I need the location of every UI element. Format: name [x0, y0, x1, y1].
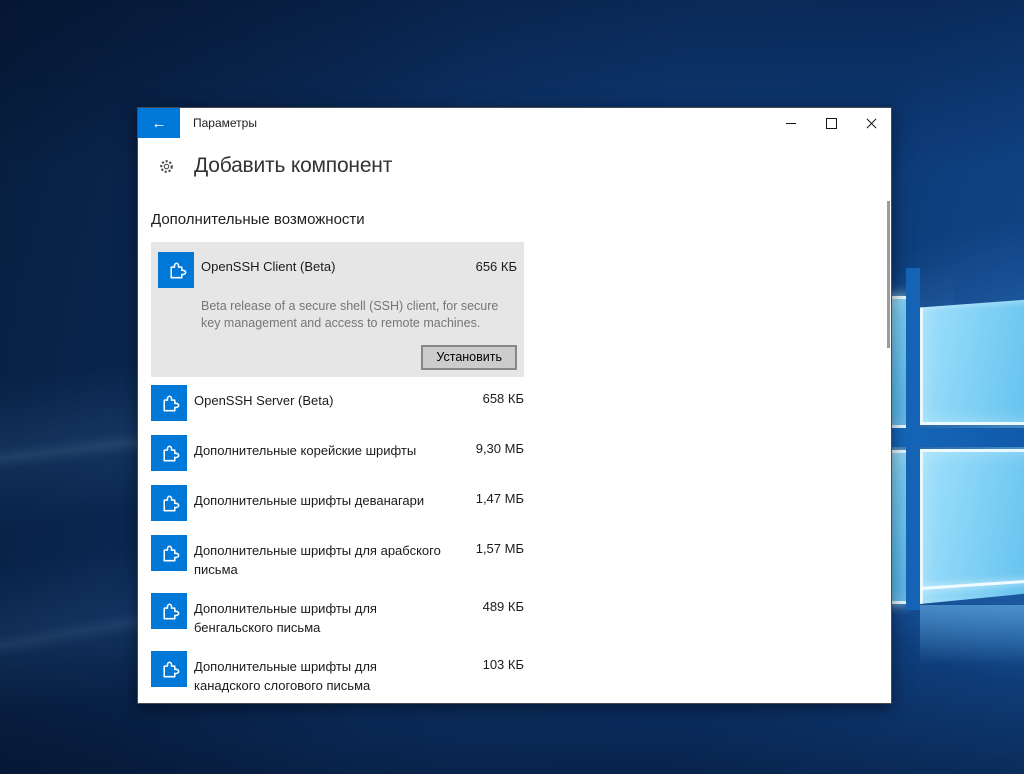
back-icon: ← [152, 115, 167, 132]
feature-list: OpenSSH Server (Beta) 658 КБ Дополнитель… [151, 385, 524, 709]
feature-name: OpenSSH Client (Beta) [201, 252, 476, 274]
feature-size: 1,47 МБ [476, 485, 524, 506]
section-title: Дополнительные возможности [151, 211, 365, 228]
feature-item[interactable]: Дополнительные шрифты для бенгальского п… [151, 593, 524, 637]
logo-crossbar [880, 428, 1024, 447]
feature-name: Дополнительные шрифты для бенгальского п… [194, 593, 452, 637]
scrollbar-thumb[interactable] [887, 201, 890, 348]
window-controls [771, 108, 891, 138]
puzzle-icon [151, 593, 187, 629]
close-button[interactable] [851, 108, 891, 138]
page-title: Добавить компонент [194, 154, 392, 178]
maximize-button[interactable] [811, 108, 851, 138]
feature-actions: Установить [158, 345, 517, 370]
feature-name: Дополнительные шрифты для арабского пись… [194, 535, 452, 579]
feature-size: 658 КБ [483, 385, 524, 406]
titlebar: ← Параметры [138, 108, 891, 138]
logo-fade [920, 605, 1024, 665]
logo-pane [920, 449, 1024, 604]
feature-item[interactable]: Дополнительные шрифты для канадского сло… [151, 651, 524, 695]
feature-size: 489 КБ [483, 593, 524, 614]
settings-window: ← Параметры Добавить компонент Дополните… [137, 107, 892, 704]
feature-item[interactable]: Дополнительные корейские шрифты 9,30 МБ [151, 435, 524, 471]
feature-description: Beta release of a secure shell (SSH) cli… [201, 298, 503, 332]
feature-size: 103 КБ [483, 651, 524, 672]
page-header: Добавить компонент [158, 154, 392, 178]
puzzle-icon [151, 485, 187, 521]
feature-item[interactable]: Дополнительные шрифты деванагари 1,47 МБ [151, 485, 524, 521]
back-button[interactable]: ← [138, 108, 180, 138]
window-title: Параметры [193, 116, 257, 130]
close-icon [866, 118, 877, 129]
feature-item[interactable]: Дополнительные шрифты для арабского пись… [151, 535, 524, 579]
feature-name: Дополнительные корейские шрифты [194, 435, 452, 460]
feature-size: 656 КБ [476, 252, 517, 274]
feature-name: Дополнительные шрифты для канадского сло… [194, 651, 452, 695]
puzzle-icon [158, 252, 194, 288]
minimize-icon [786, 123, 796, 124]
logo-pane-edge [920, 571, 1024, 590]
puzzle-icon [151, 535, 187, 571]
feature-item-expanded[interactable]: OpenSSH Client (Beta) 656 КБ Beta releas… [151, 242, 524, 377]
feature-item[interactable]: OpenSSH Server (Beta) 658 КБ [151, 385, 524, 421]
feature-name: Дополнительные шрифты деванагари [194, 485, 452, 510]
install-button[interactable]: Установить [421, 345, 517, 370]
maximize-icon [826, 118, 837, 129]
feature-size: 9,30 МБ [476, 435, 524, 456]
puzzle-icon [151, 385, 187, 421]
logo-pane-edge [920, 288, 1024, 306]
minimize-button[interactable] [771, 108, 811, 138]
feature-size: 1,57 МБ [476, 535, 524, 556]
windows-logo [880, 260, 1024, 640]
feature-name: OpenSSH Server (Beta) [194, 385, 452, 410]
gear-icon [158, 158, 175, 175]
feature-head: OpenSSH Client (Beta) 656 КБ [158, 252, 517, 288]
puzzle-icon [151, 651, 187, 687]
logo-pane [920, 290, 1024, 425]
puzzle-icon [151, 435, 187, 471]
